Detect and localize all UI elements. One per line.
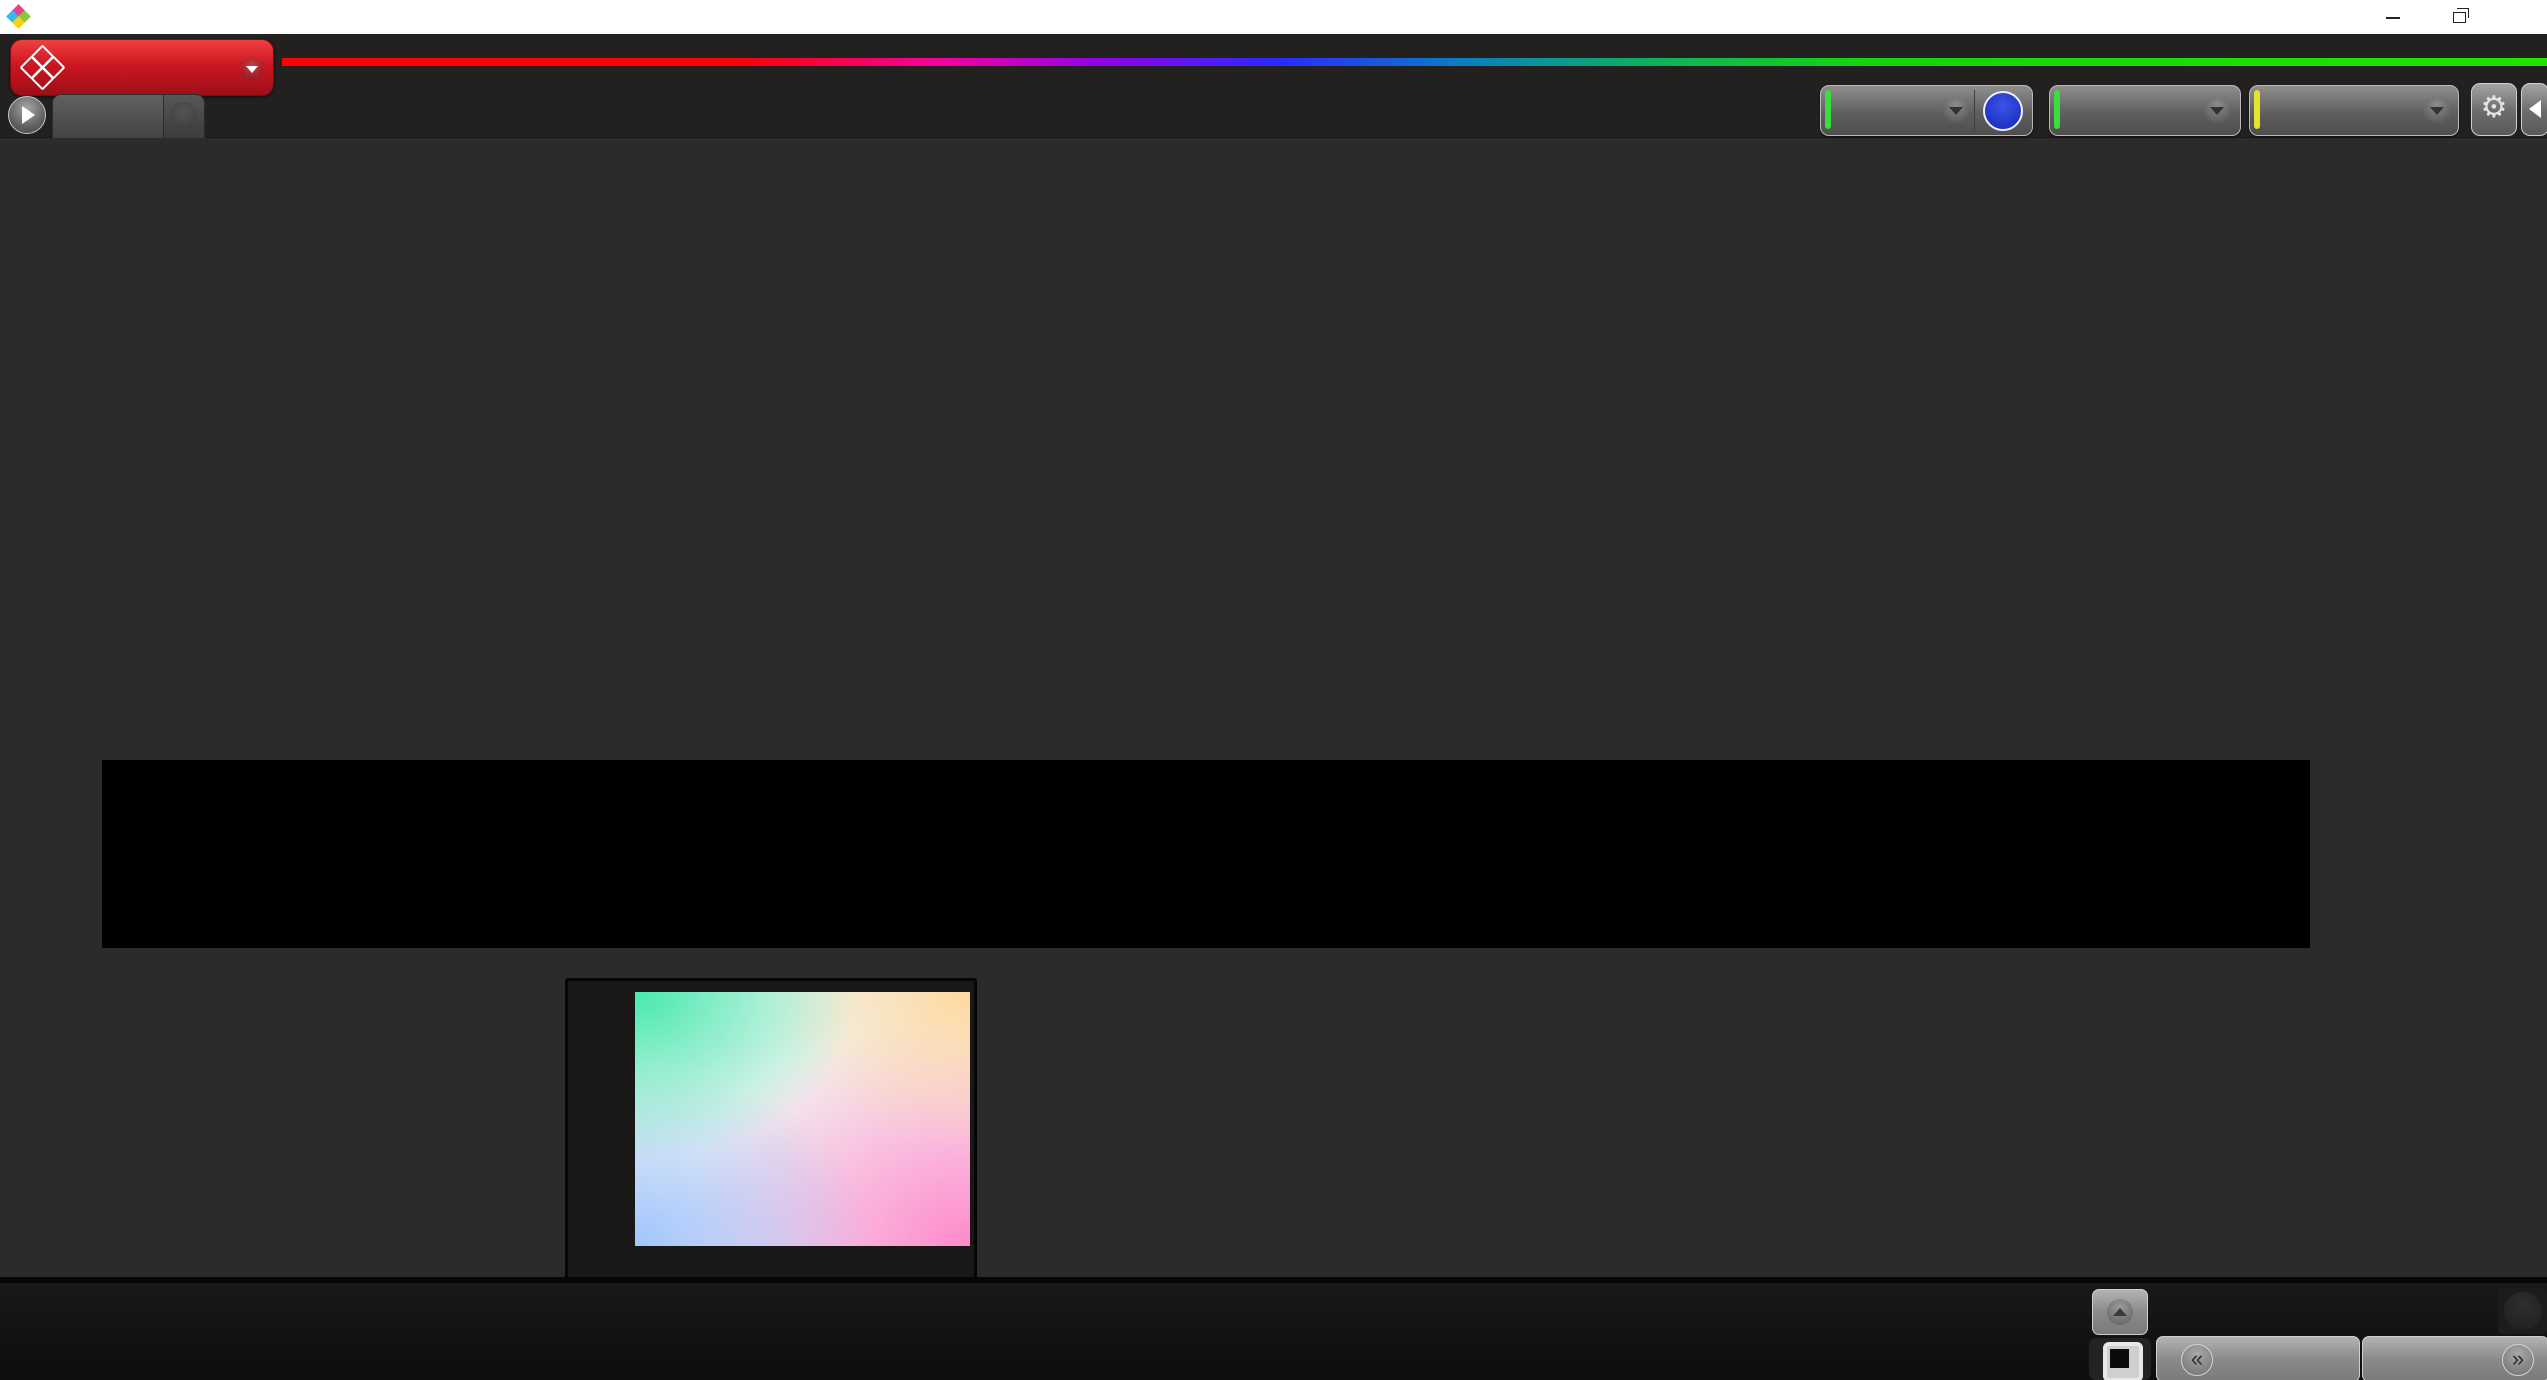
pattern-position-button[interactable] <box>2088 1337 2152 1380</box>
stat-contrast-ratio <box>1230 702 1830 750</box>
chevron-down-icon <box>1943 97 1969 123</box>
rgb-balance-line-chart <box>650 185 1530 690</box>
expand-pattern-options-button[interactable] <box>2092 1289 2148 1335</box>
display-control-status-accent <box>2254 90 2260 129</box>
display-control-dropdown[interactable] <box>2249 85 2459 136</box>
stat-avg-cct <box>717 702 1157 750</box>
ramp-target-label <box>450 847 476 919</box>
chevrons-left-icon: « <box>2181 1344 2213 1376</box>
header: ⚙ <box>0 34 2547 139</box>
meter-count-badge[interactable] <box>1983 91 2023 131</box>
ramp-actual-label <box>450 773 476 845</box>
chevron-down-icon <box>241 58 263 80</box>
close-button[interactable] <box>2499 0 2543 34</box>
restore-icon <box>2452 8 2469 24</box>
stat-avg-de2000 <box>155 702 595 750</box>
workflow-play-button[interactable] <box>8 96 46 134</box>
settings-button[interactable]: ⚙ <box>2471 83 2517 136</box>
gamma-line-chart <box>1552 185 2452 690</box>
app-icon <box>6 4 31 29</box>
calman-app-window: ⚙ « » <box>0 0 2547 1380</box>
meter-status-accent <box>1825 90 1831 129</box>
chevrons-right-icon: » <box>2502 1344 2534 1376</box>
meter-dropdown[interactable] <box>1820 85 2033 136</box>
calman-logo-icon <box>19 43 66 91</box>
minimize-button[interactable] <box>2371 0 2415 34</box>
grayscale-ramp-strip <box>102 760 2310 948</box>
status-led <box>2498 1288 2547 1334</box>
pattern-toolbar: « » <box>0 1283 2547 1380</box>
cie-locus-overlay <box>635 992 970 1246</box>
minimize-icon <box>2386 16 2400 19</box>
gear-icon: ⚙ <box>2480 91 2508 124</box>
divider <box>1974 90 1975 131</box>
cie-chromaticity-panel <box>565 978 977 1289</box>
stat-total-gamma <box>1900 702 2340 750</box>
titlebar <box>0 0 2547 34</box>
pattern-window-icon <box>2103 1342 2143 1380</box>
restore-button[interactable] <box>2437 0 2481 34</box>
back-button[interactable]: « <box>2156 1336 2360 1380</box>
patterns-dropdown[interactable] <box>2049 85 2241 136</box>
chevron-up-icon <box>2107 1299 2133 1325</box>
calman-menu-button[interactable] <box>10 39 274 96</box>
tab-history-1[interactable] <box>52 94 164 139</box>
collapse-panel-button[interactable] <box>2521 83 2547 136</box>
chevron-down-icon <box>2424 97 2450 123</box>
cie-plot <box>635 992 970 1246</box>
measurement-table <box>988 970 2209 1260</box>
plus-icon <box>170 102 197 129</box>
spectrum-divider <box>282 58 2547 66</box>
chevron-down-icon <box>2204 97 2230 123</box>
deltae-bar-chart <box>150 288 615 688</box>
add-tab-button[interactable] <box>163 94 205 139</box>
next-button[interactable]: » <box>2362 1336 2547 1380</box>
patterns-status-accent <box>2054 90 2060 129</box>
